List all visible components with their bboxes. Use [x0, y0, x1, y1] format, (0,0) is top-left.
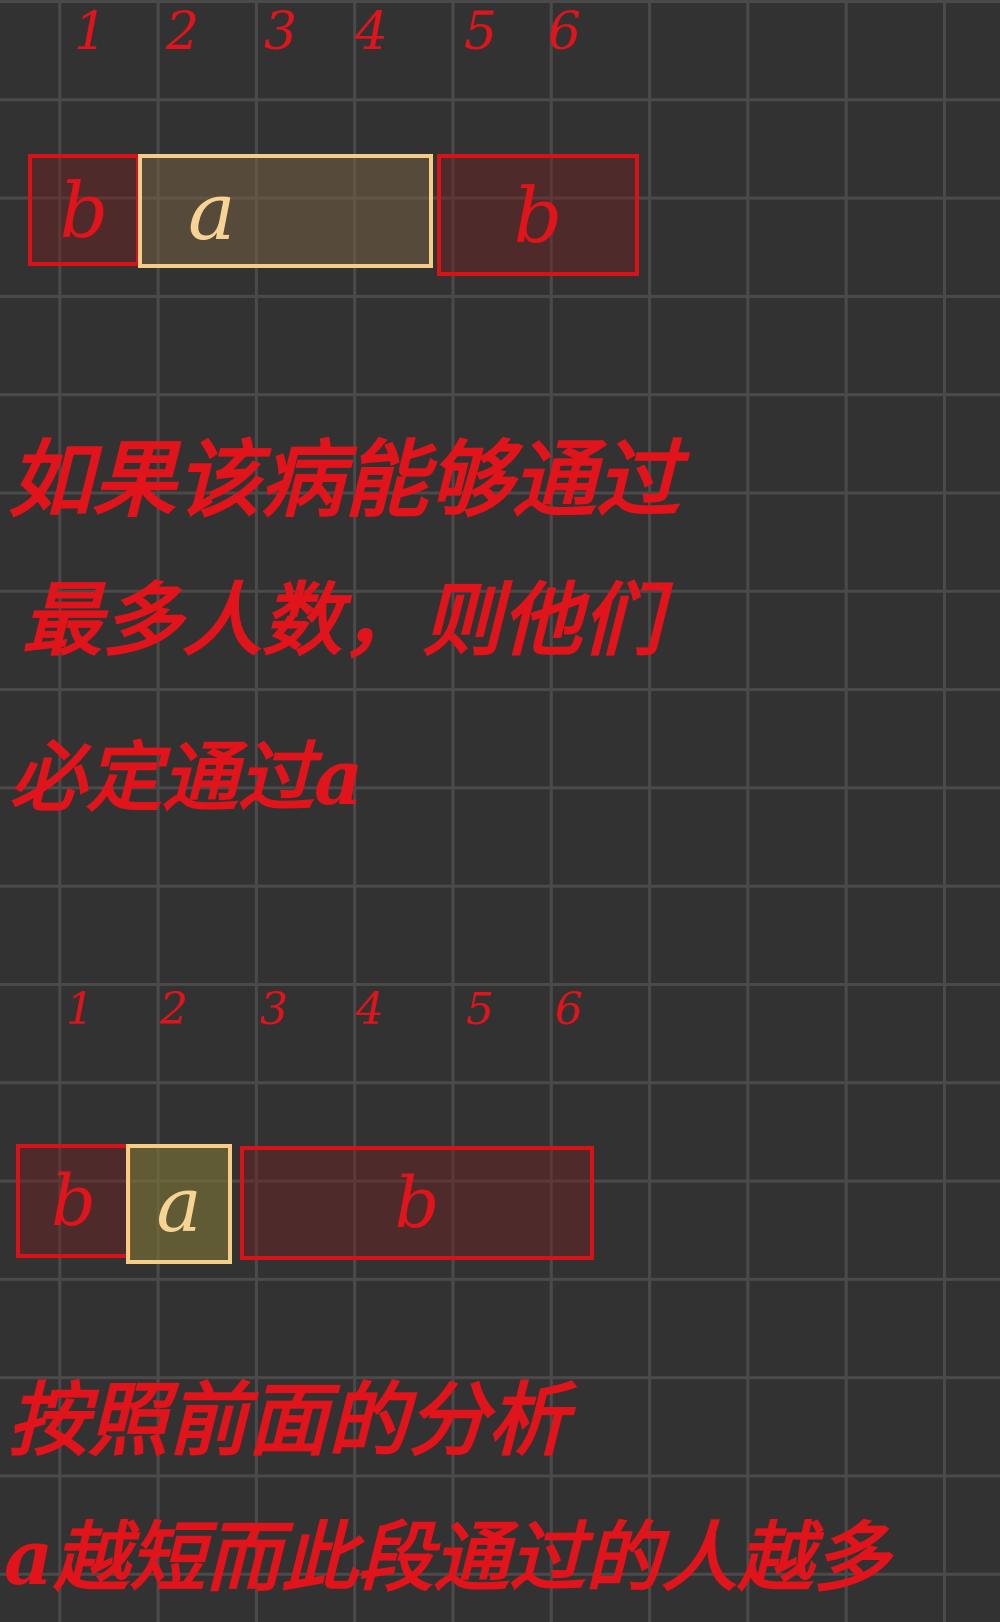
bottom-column-numbers: 1 2 3 4 5 6	[0, 980, 1000, 1060]
column-number: 1	[66, 984, 94, 1035]
segment-b-left: b	[28, 154, 140, 266]
column-number: 4	[355, 2, 389, 62]
column-number: 6	[548, 2, 582, 62]
segment-a: a	[126, 1144, 232, 1264]
column-number: 6	[555, 984, 583, 1035]
note-line: a越短而此段通过的人越多	[4, 1513, 890, 1602]
column-number: 3	[260, 984, 288, 1035]
note-line: 最多人数，则他们	[22, 573, 662, 667]
column-number: 4	[356, 984, 384, 1035]
column-number: 5	[466, 984, 494, 1035]
column-number: 5	[464, 2, 498, 62]
column-number: 3	[264, 2, 298, 62]
segment-b-right: b	[437, 154, 639, 276]
column-number: 1	[74, 2, 108, 62]
segment-b-right: b	[240, 1146, 594, 1260]
segment-b-left: b	[16, 1144, 131, 1258]
top-column-numbers: 1 2 3 4 5 6	[0, 0, 1000, 80]
segment-a: a	[138, 154, 433, 268]
note-line: 必定通过a	[10, 733, 364, 822]
note-line: 如果该病能够通过	[8, 430, 681, 529]
column-number: 2	[166, 2, 200, 62]
column-number: 2	[160, 984, 188, 1035]
note-line: 按照前面的分析	[8, 1373, 568, 1467]
